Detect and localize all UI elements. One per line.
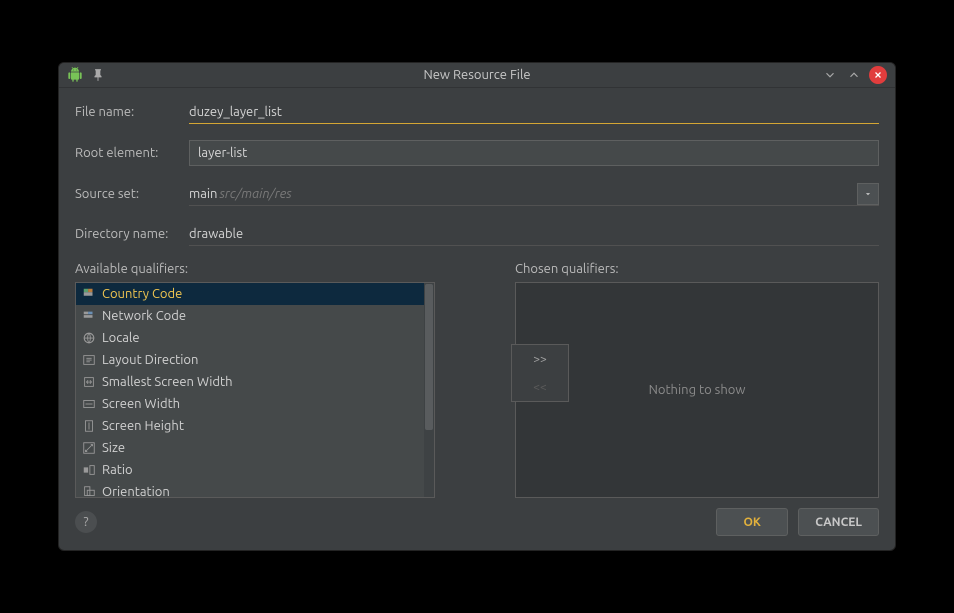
directory-name-input[interactable] — [189, 222, 879, 246]
smallest-width-icon — [82, 375, 96, 389]
chosen-qualifiers-label: Chosen qualifiers: — [515, 262, 879, 276]
scrollbar-thumb[interactable] — [425, 284, 433, 430]
size-icon — [82, 441, 96, 455]
remove-qualifier-button: << — [512, 373, 568, 401]
qualifier-item-size[interactable]: Size — [76, 437, 434, 459]
qualifier-item-layout-direction[interactable]: Layout Direction — [76, 349, 434, 371]
source-set-main: main — [189, 187, 217, 201]
pin-icon[interactable] — [91, 68, 105, 82]
qualifier-item-orientation[interactable]: Orientation — [76, 481, 434, 498]
globe-icon — [82, 331, 96, 345]
help-button[interactable]: ? — [75, 511, 97, 533]
screen-height-icon — [82, 419, 96, 433]
scrollbar[interactable] — [424, 283, 434, 497]
screen-width-icon — [82, 397, 96, 411]
file-name-label: File name: — [75, 105, 189, 119]
source-set-label: Source set: — [75, 187, 189, 201]
qualifier-item-ratio[interactable]: Ratio — [76, 459, 434, 481]
transfer-buttons: >> << — [511, 344, 569, 402]
flag-icon — [82, 287, 96, 301]
layout-direction-icon — [82, 353, 96, 367]
file-name-input[interactable] — [189, 100, 879, 124]
qualifier-item-country-code[interactable]: Country Code — [76, 283, 434, 305]
root-element-input[interactable] — [189, 140, 879, 166]
ratio-icon — [82, 463, 96, 477]
add-qualifier-button[interactable]: >> — [512, 345, 568, 373]
orientation-icon — [82, 485, 96, 498]
network-icon — [82, 309, 96, 323]
chosen-qualifiers-list[interactable]: Nothing to show — [515, 282, 879, 498]
cancel-button[interactable]: CANCEL — [798, 508, 879, 536]
chevron-down-icon[interactable] — [821, 66, 839, 84]
directory-name-label: Directory name: — [75, 227, 189, 241]
source-set-dropdown[interactable]: main src/main/res — [189, 182, 879, 206]
chevron-up-icon[interactable] — [845, 66, 863, 84]
available-qualifiers-list[interactable]: Country Code Network Code Locale Layout … — [75, 282, 435, 498]
dialog-title: New Resource File — [423, 68, 530, 82]
qualifier-item-screen-height[interactable]: Screen Height — [76, 415, 434, 437]
close-button[interactable] — [869, 66, 887, 84]
qualifier-item-network-code[interactable]: Network Code — [76, 305, 434, 327]
available-qualifiers-label: Available qualifiers: — [75, 262, 435, 276]
root-element-label: Root element: — [75, 146, 189, 160]
qualifier-item-locale[interactable]: Locale — [76, 327, 434, 349]
source-set-hint: src/main/res — [219, 187, 291, 201]
qualifier-item-smallest-screen-width[interactable]: Smallest Screen Width — [76, 371, 434, 393]
new-resource-file-dialog: New Resource File File name: Root elemen… — [58, 62, 896, 551]
ok-button[interactable]: OK — [716, 508, 788, 536]
titlebar: New Resource File — [59, 63, 895, 88]
dropdown-arrow-icon[interactable] — [857, 183, 879, 205]
android-icon — [67, 67, 83, 83]
qualifier-item-screen-width[interactable]: Screen Width — [76, 393, 434, 415]
nothing-to-show-label: Nothing to show — [649, 383, 746, 397]
